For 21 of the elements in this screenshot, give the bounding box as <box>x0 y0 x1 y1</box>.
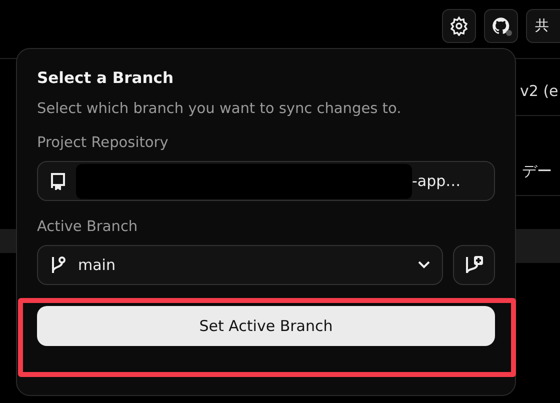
settings-button[interactable] <box>442 9 476 43</box>
field-label: Active Branch <box>37 219 139 235</box>
share-button[interactable]: 共 <box>526 9 560 43</box>
repository-icon <box>50 172 66 190</box>
settings-icon <box>449 16 469 36</box>
status-dot-icon <box>506 30 512 36</box>
new-branch-button[interactable] <box>453 245 495 285</box>
field-label: Project Repository <box>37 135 170 151</box>
background-text: デー <box>521 162 552 180</box>
popover-description: Select which branch you want to sync changes to. <box>37 101 402 117</box>
popover-title: Select a Branch <box>37 69 175 87</box>
branch-icon <box>50 256 66 274</box>
branch-select[interactable]: main <box>37 245 443 285</box>
background-text: v2 (e <box>519 82 558 100</box>
set-active-branch-button[interactable]: Set Active Branch <box>37 306 495 346</box>
github-button[interactable] <box>484 9 518 43</box>
cat-icon <box>491 16 511 36</box>
background-panel <box>0 229 16 253</box>
branch-plus-icon <box>464 255 484 275</box>
chevron-down-icon <box>418 261 430 269</box>
repository-field[interactable]: -app… <box>37 161 495 201</box>
